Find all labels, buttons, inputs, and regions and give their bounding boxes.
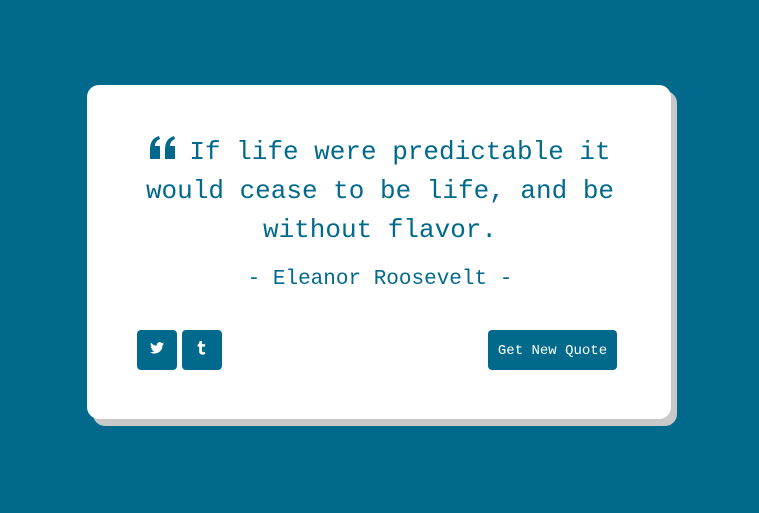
tumblr-quote-button[interactable] bbox=[182, 330, 222, 370]
quote-text-block: If life were predictable it would cease … bbox=[140, 133, 620, 250]
quote-left-icon bbox=[149, 136, 177, 160]
quote-text: If life were predictable it would cease … bbox=[145, 137, 615, 245]
tumblr-icon bbox=[197, 340, 207, 360]
quote-author: - Eleanor Roosevelt - bbox=[247, 268, 513, 291]
new-quote-button[interactable]: Get New Quote bbox=[488, 330, 617, 370]
tweet-quote-button[interactable] bbox=[137, 330, 177, 370]
new-quote-label: Get New Quote bbox=[497, 343, 608, 359]
quote-machine-page: If life were predictable it would cease … bbox=[0, 0, 759, 513]
twitter-icon bbox=[150, 341, 164, 359]
